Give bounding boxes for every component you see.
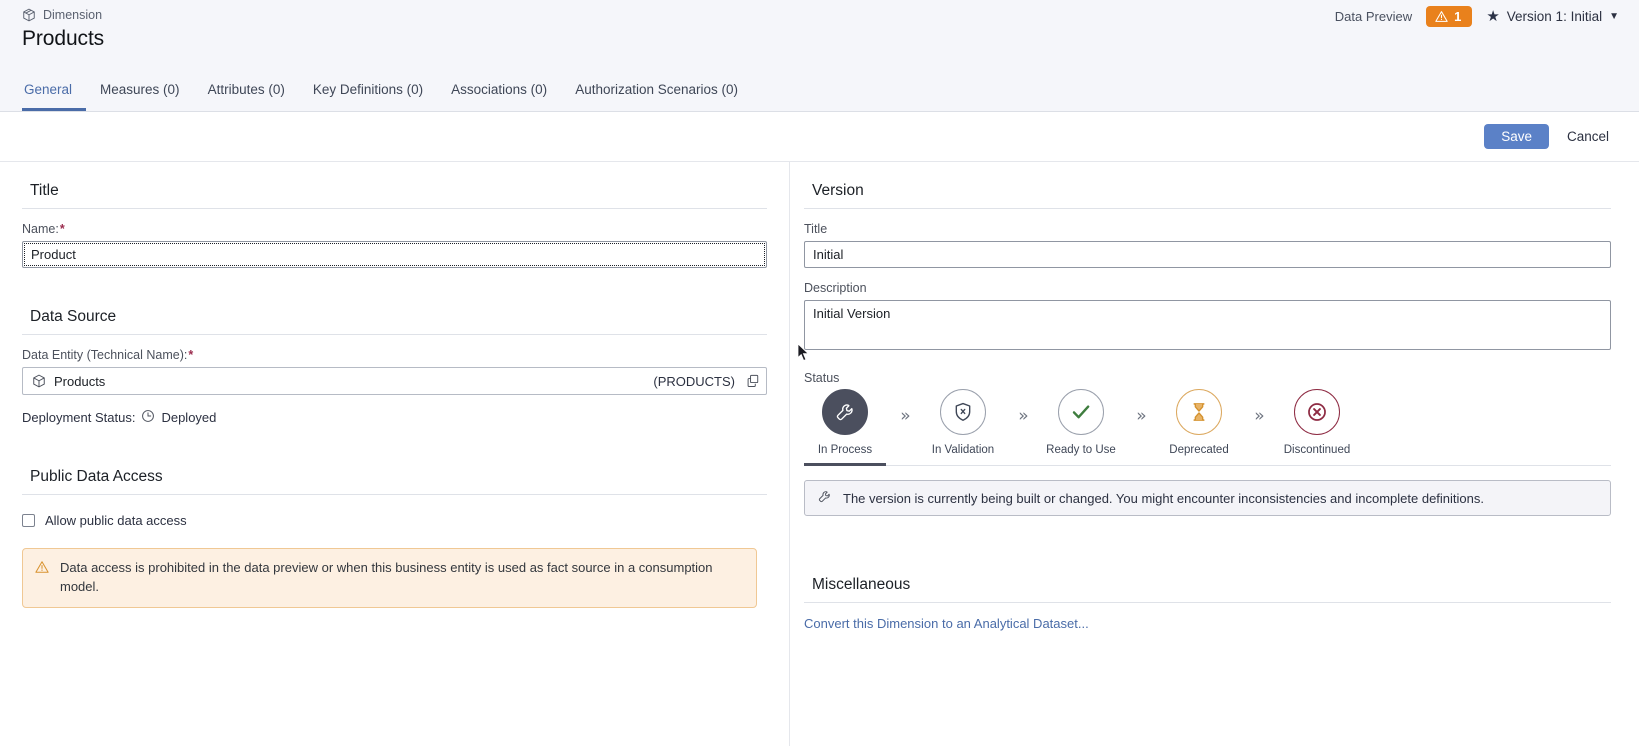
public-data-access-warning: Data access is prohibited in the data pr… <box>22 548 757 608</box>
convert-to-analytical-dataset-link[interactable]: Convert this Dimension to an Analytical … <box>804 616 1089 631</box>
left-column: Title Name:* Data Source Data Entity (Te… <box>0 162 790 746</box>
step-separator-icon: » <box>1018 406 1028 426</box>
mouse-cursor <box>797 343 810 367</box>
chevron-down-icon: ▼ <box>1609 11 1619 22</box>
name-label-text: Name: <box>22 222 59 236</box>
required-marker: * <box>188 348 194 362</box>
page-title: Products <box>22 27 105 50</box>
deployment-status-value: Deployed <box>161 410 217 425</box>
data-preview-button[interactable]: Data Preview <box>1335 9 1412 24</box>
action-bar: Save Cancel <box>0 112 1639 162</box>
right-column: Version Title Description Initial Versio… <box>790 162 1639 746</box>
required-marker: * <box>59 222 65 236</box>
version-status-message: The version is currently being built or … <box>804 480 1611 516</box>
circle-x-icon <box>1294 389 1340 435</box>
tab-key-definitions[interactable]: Key Definitions (0) <box>299 82 437 111</box>
data-entity-field[interactable]: Products (PRODUCTS) <box>22 367 767 395</box>
version-status-stepper: In Process » In Validation » Ready to Us… <box>804 389 1611 466</box>
tab-bar: General Measures (0) Attributes (0) Key … <box>0 70 1639 112</box>
warning-triangle-icon <box>1435 10 1448 23</box>
public-data-access-warning-text: Data access is prohibited in the data pr… <box>60 560 713 594</box>
tab-general[interactable]: General <box>22 82 87 111</box>
step-separator-icon: » <box>1136 406 1146 426</box>
status-step-in-validation[interactable]: In Validation <box>922 389 1004 463</box>
version-title-label: Title <box>804 222 828 236</box>
status-step-discontinued[interactable]: Discontinued <box>1276 389 1358 463</box>
section-title-title: Title <box>22 176 767 209</box>
name-input[interactable] <box>22 241 767 268</box>
header-actions: Data Preview 1 ★ Version 1: Initial ▼ <box>1335 6 1619 27</box>
warning-count-label: 1 <box>1454 9 1462 24</box>
status-step-label: In Process <box>817 444 873 456</box>
status-step-label: Discontinued <box>1283 444 1351 456</box>
name-field-label: Name:* <box>22 222 767 236</box>
version-status-message-text: The version is currently being built or … <box>843 490 1484 506</box>
section-title-version: Version <box>804 176 1611 209</box>
dimension-cube-icon <box>22 8 36 22</box>
check-icon <box>1058 389 1104 435</box>
step-separator-icon: » <box>900 406 910 426</box>
deployment-status-row: Deployment Status: Deployed <box>22 409 767 426</box>
version-description-textarea[interactable]: Initial Version <box>804 300 1611 350</box>
hourglass-icon <box>1176 389 1222 435</box>
data-entity-label-text: Data Entity (Technical Name): <box>22 348 188 362</box>
wrench-icon <box>817 489 832 507</box>
open-entity-icon[interactable] <box>746 374 760 388</box>
version-switcher[interactable]: ★ Version 1: Initial ▼ <box>1486 9 1619 24</box>
section-title-miscellaneous: Miscellaneous <box>804 570 1611 603</box>
allow-public-data-access-label: Allow public data access <box>45 513 187 528</box>
miscellaneous-section: Miscellaneous Convert this Dimension to … <box>804 570 1611 633</box>
status-step-deprecated[interactable]: Deprecated <box>1158 389 1240 463</box>
status-step-label: Ready to Use <box>1046 444 1116 456</box>
warning-triangle-icon <box>35 559 49 580</box>
save-button[interactable]: Save <box>1484 124 1549 149</box>
cancel-button[interactable]: Cancel <box>1559 124 1617 149</box>
allow-public-data-access-row[interactable]: Allow public data access <box>22 513 767 528</box>
status-step-ready-to-use[interactable]: Ready to Use <box>1040 389 1122 463</box>
version-description-label: Description <box>804 281 867 295</box>
warning-count-badge[interactable]: 1 <box>1426 6 1473 27</box>
status-step-label: In Validation <box>931 444 995 456</box>
clock-icon <box>141 409 155 426</box>
page-header: Dimension Products Data Preview 1 ★ Vers… <box>0 0 1639 70</box>
step-separator-icon: » <box>1254 406 1264 426</box>
section-title-data-source: Data Source <box>22 302 767 335</box>
tab-attributes[interactable]: Attributes (0) <box>194 82 299 111</box>
data-entity-technical-name: (PRODUCTS) <box>653 373 735 389</box>
star-icon: ★ <box>1486 8 1500 25</box>
allow-public-data-access-checkbox[interactable] <box>22 514 35 527</box>
status-label: Status <box>804 371 840 385</box>
version-title-input[interactable] <box>804 241 1611 268</box>
section-title-public-data-access: Public Data Access <box>22 462 767 495</box>
version-switcher-label: Version 1: Initial <box>1506 9 1603 24</box>
breadcrumb-label: Dimension <box>43 8 103 22</box>
shield-x-icon <box>940 389 986 435</box>
status-step-in-process[interactable]: In Process <box>804 389 886 466</box>
tab-authorization-scenarios[interactable]: Authorization Scenarios (0) <box>561 82 752 111</box>
entity-cube-icon <box>32 374 46 388</box>
status-step-label: Deprecated <box>1169 444 1229 456</box>
wrench-icon <box>822 389 868 435</box>
deployment-status-label: Deployment Status: <box>22 410 136 425</box>
data-entity-field-label: Data Entity (Technical Name):* <box>22 348 767 362</box>
content-columns: Title Name:* Data Source Data Entity (Te… <box>0 162 1639 746</box>
tab-associations[interactable]: Associations (0) <box>437 82 561 111</box>
data-entity-name: Products <box>54 373 106 389</box>
tab-measures[interactable]: Measures (0) <box>86 82 194 111</box>
